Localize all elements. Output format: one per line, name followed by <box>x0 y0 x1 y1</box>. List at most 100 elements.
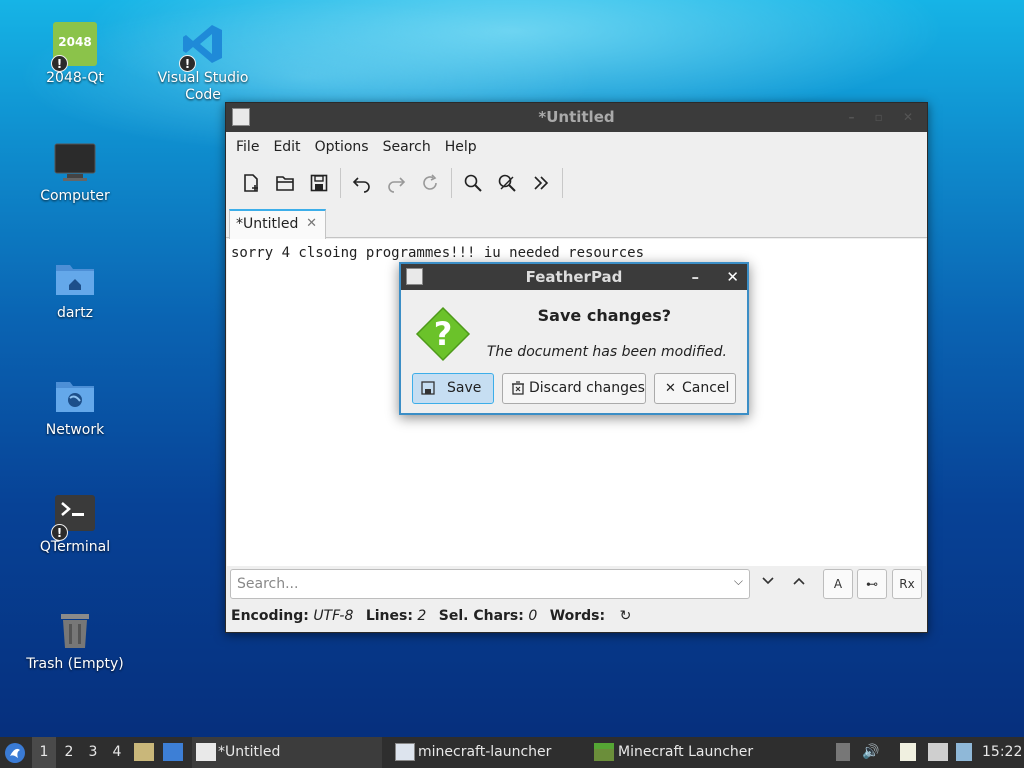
tab-close-icon[interactable]: ✕ <box>306 211 317 237</box>
discard-button-label: Discard changes <box>529 380 645 396</box>
more-tools-button[interactable] <box>524 166 558 200</box>
new-file-icon <box>244 174 258 192</box>
find-replace-icon <box>498 174 516 192</box>
minecraft-grass-block-icon <box>594 743 614 761</box>
workspace-1[interactable]: 1 <box>32 737 56 768</box>
whole-word-toggle[interactable]: ⊷ <box>857 569 887 599</box>
desktop-icon-qterminal[interactable]: ! QTerminal <box>20 491 130 556</box>
match-case-toggle[interactable]: A <box>823 569 853 599</box>
selchars-value: 0 <box>528 608 538 624</box>
show-desktop-icon[interactable] <box>163 743 183 761</box>
desktop-icon-label: Computer <box>40 188 110 204</box>
tab-untitled[interactable]: *Untitled ✕ <box>229 209 326 239</box>
desktop-icon-vscode[interactable]: ! Visual Studio Code <box>148 22 258 104</box>
task-label: *Untitled <box>218 744 281 760</box>
reload-button[interactable] <box>413 166 447 200</box>
home-folder-icon <box>53 257 97 301</box>
menu-options[interactable]: Options <box>311 139 379 155</box>
featherpad-app-icon <box>232 108 250 126</box>
monitor-icon <box>53 140 97 184</box>
undo-button[interactable] <box>345 166 379 200</box>
workspace-3[interactable]: 3 <box>81 737 105 768</box>
refresh-word-count-icon[interactable]: ↻ <box>620 608 632 624</box>
cancel-button[interactable]: ✕ Cancel <box>654 373 736 404</box>
search-placeholder: Search... <box>237 576 299 592</box>
desktop-icon-computer[interactable]: Computer <box>20 140 130 205</box>
lines-value: 2 <box>417 608 427 624</box>
chevron-down-icon <box>762 577 774 585</box>
status-bar: Encoding: UTF-8 Lines: 2 Sel. Chars: 0 W… <box>231 608 631 624</box>
chevron-double-right-icon <box>534 176 549 190</box>
encoding-value: UTF-8 <box>313 608 354 624</box>
file-manager-launcher-icon[interactable] <box>134 743 154 761</box>
cancel-button-label: Cancel <box>682 380 730 396</box>
task-minecraft-launcher-window[interactable]: minecraft-launcher <box>392 737 584 768</box>
menu-file[interactable]: File <box>232 139 269 155</box>
words-label: Words: <box>549 608 606 624</box>
dialog-title: FeatherPad <box>525 268 623 286</box>
window-controls[interactable]: – ▫ ✕ <box>848 103 921 132</box>
featherpad-task-icon <box>196 743 216 761</box>
workspace-4[interactable]: 4 <box>105 737 129 768</box>
regex-toggle[interactable]: Rx <box>892 569 922 599</box>
updates-tray-icon[interactable] <box>956 743 972 761</box>
open-file-button[interactable] <box>268 166 302 200</box>
desktop-icon-network[interactable]: Network <box>20 374 130 439</box>
featherpad-app-icon <box>406 268 423 285</box>
vscode-icon: ! <box>179 22 225 72</box>
redo-button[interactable] <box>379 166 413 200</box>
warning-icon: ! <box>179 55 196 72</box>
redo-icon <box>388 177 406 193</box>
save-button[interactable]: Save <box>412 373 494 404</box>
tab-bar: *Untitled ✕ <box>226 205 927 239</box>
terminal-icon: ! <box>51 491 97 541</box>
desktop-icon-trash[interactable]: Trash (Empty) <box>20 608 130 673</box>
menu-search[interactable]: Search <box>379 139 441 155</box>
window-task-icon <box>395 743 415 761</box>
clock[interactable]: 15:22 <box>982 737 1022 768</box>
menu-help[interactable]: Help <box>441 139 487 155</box>
save-file-button[interactable] <box>302 166 336 200</box>
task-untitled[interactable]: *Untitled <box>192 737 382 768</box>
close-icon[interactable]: ✕ <box>726 264 739 290</box>
toolbar-separator <box>451 168 452 198</box>
reload-icon <box>423 174 437 190</box>
toolbar-separator <box>340 168 341 198</box>
network-folder-icon <box>53 374 97 418</box>
lxqt-menu-icon <box>5 743 25 763</box>
desktop-icon-2048[interactable]: 2048 ! 2048-Qt <box>20 22 130 87</box>
editor-text: sorry 4 clsoing programmes!!! iu needed … <box>231 245 645 261</box>
task-label: minecraft-launcher <box>418 744 552 760</box>
search-input[interactable]: Search... ⌵ <box>230 569 750 599</box>
find-button[interactable] <box>456 166 490 200</box>
magnifier-icon <box>464 174 482 192</box>
match-case-icon: A <box>833 577 843 591</box>
discard-changes-button[interactable]: Discard changes <box>502 373 646 404</box>
warning-icon: ! <box>51 55 68 72</box>
lines-label: Lines: <box>365 608 413 624</box>
workspace-2[interactable]: 2 <box>57 737 81 768</box>
discard-icon <box>511 374 525 406</box>
find-next-button[interactable] <box>760 573 776 593</box>
task-minecraft-launcher[interactable]: Minecraft Launcher <box>592 737 792 768</box>
find-previous-button[interactable] <box>791 573 807 593</box>
volume-icon[interactable]: 🔊 <box>862 737 884 768</box>
network-tray-icon[interactable] <box>928 743 948 761</box>
window-titlebar[interactable]: *Untitled – ▫ ✕ <box>226 103 927 132</box>
dialog-titlebar[interactable]: FeatherPad – ✕ <box>401 264 747 290</box>
chevron-down-icon[interactable]: ⌵ <box>734 574 743 589</box>
folder-open-icon <box>276 176 294 191</box>
tray-arrow-icon[interactable] <box>836 743 850 761</box>
replace-button[interactable] <box>490 166 524 200</box>
game-2048-icon: 2048 ! <box>51 22 97 72</box>
save-button-label: Save <box>447 380 482 396</box>
new-file-button[interactable] <box>234 166 268 200</box>
desktop-icon-label: Visual Studio Code <box>157 70 249 103</box>
menubar: File Edit Options Search Help <box>226 132 927 161</box>
clipboard-icon[interactable] <box>900 743 916 761</box>
cancel-icon: ✕ <box>665 381 676 396</box>
start-menu-button[interactable] <box>4 737 28 768</box>
desktop-icon-dartz[interactable]: dartz <box>20 257 130 322</box>
menu-edit[interactable]: Edit <box>269 139 310 155</box>
minimize-icon[interactable]: – <box>692 264 700 290</box>
